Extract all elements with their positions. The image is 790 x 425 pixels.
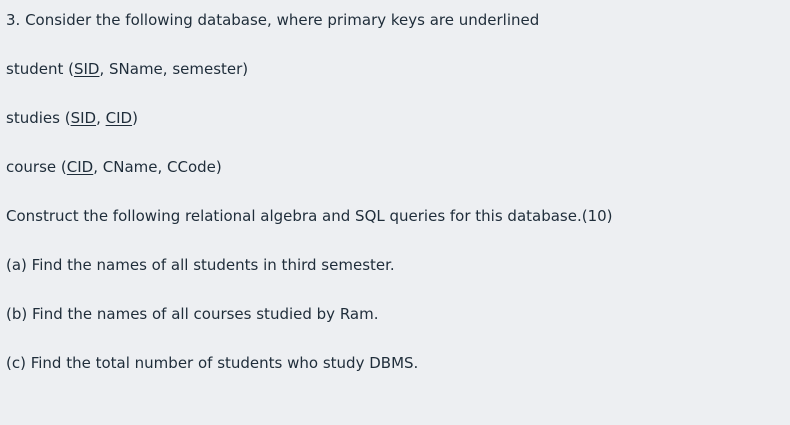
relation-open: (	[56, 158, 67, 176]
relation-attributes: , SName, semester)	[99, 60, 249, 78]
relation-student: student (SID, SName, semester)	[6, 58, 790, 80]
primary-key-cid: CID	[105, 109, 133, 127]
primary-key-sid: SID	[70, 109, 97, 127]
primary-key-sid: SID	[73, 60, 100, 78]
question-part-a: (a) Find the names of all students in th…	[6, 256, 395, 274]
question-block: 3. Consider the following database, wher…	[0, 0, 790, 425]
relation-open: (	[63, 60, 74, 78]
relation-name: student	[6, 60, 64, 78]
relation-course: course (CID, CName, CCode)	[6, 156, 790, 178]
relation-close: )	[132, 109, 138, 127]
question-instruction: Construct the following relational algeb…	[6, 207, 613, 225]
primary-key-cid: CID	[66, 158, 94, 176]
question-part-b: (b) Find the names of all courses studie…	[6, 305, 379, 323]
relation-name: studies	[6, 109, 60, 127]
relation-name: course	[6, 158, 57, 176]
question-part-c: (c) Find the total number of students wh…	[6, 354, 419, 372]
relation-attributes: , CName, CCode)	[93, 158, 222, 176]
relation-separator: ,	[96, 109, 106, 127]
relation-studies: studies (SID, CID)	[6, 107, 790, 129]
relation-open: (	[59, 109, 71, 127]
question-intro: 3. Consider the following database, wher…	[6, 11, 540, 29]
